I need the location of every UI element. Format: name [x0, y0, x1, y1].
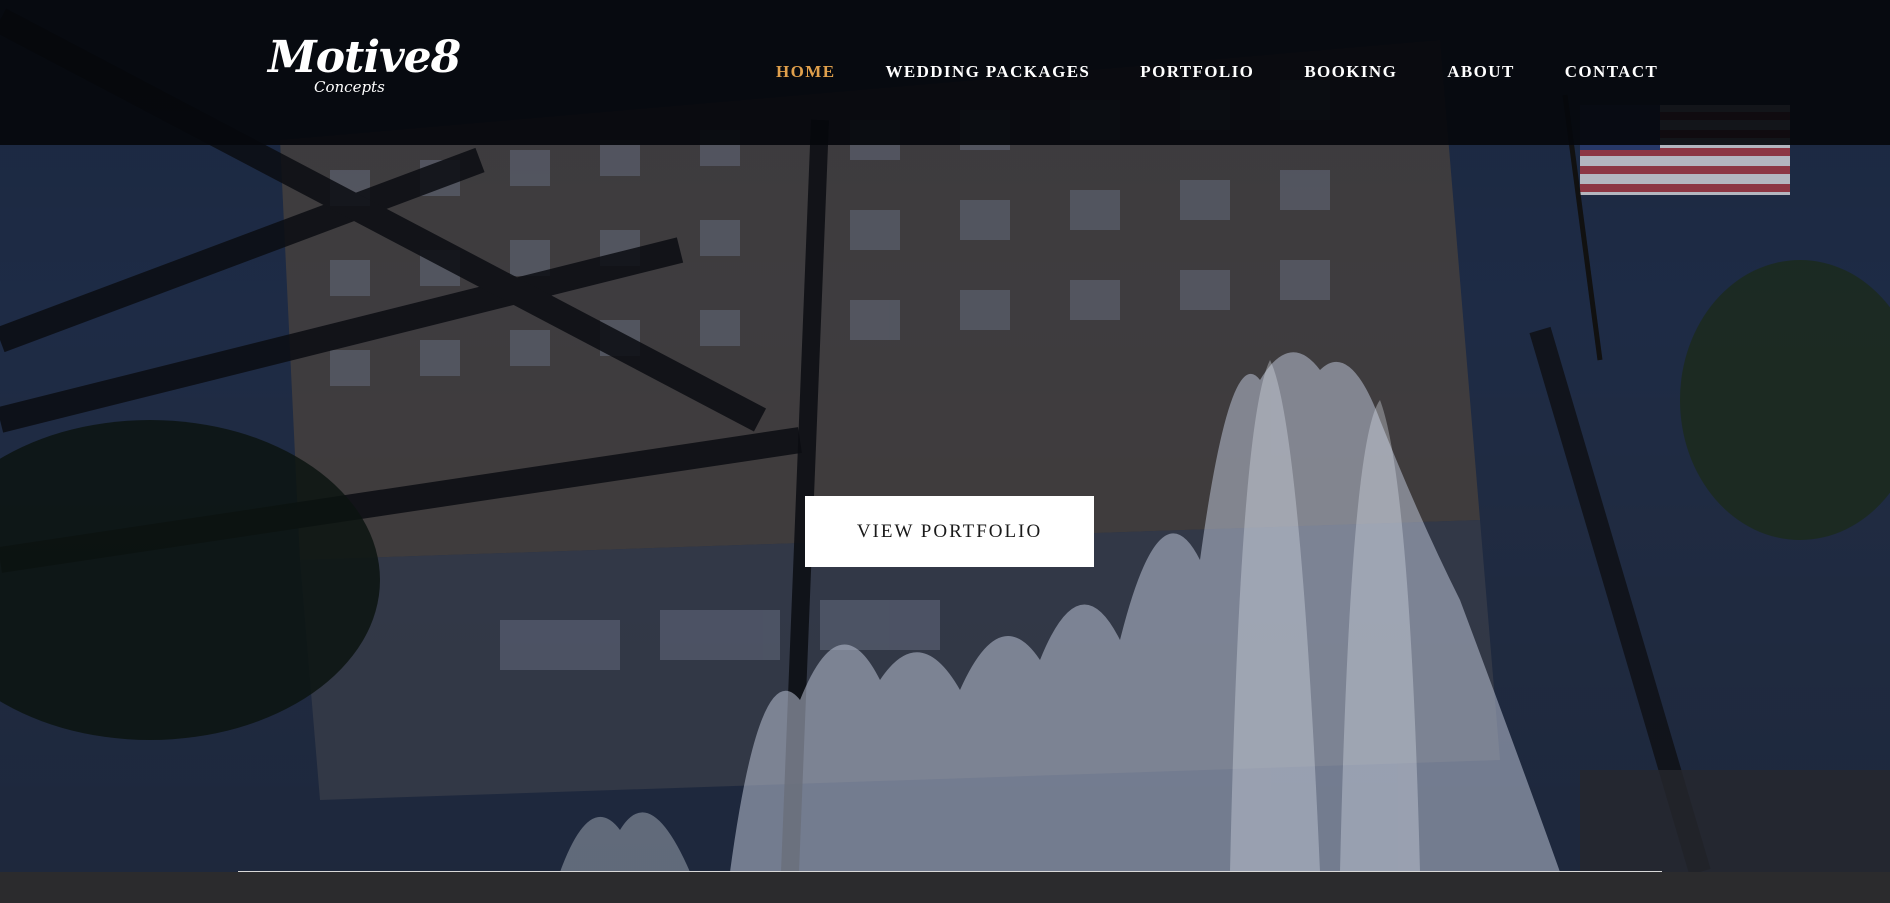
nav-item-wedding-packages[interactable]: WEDDING PACKAGES [885, 62, 1090, 82]
nav-item-about[interactable]: ABOUT [1447, 62, 1514, 82]
view-portfolio-button[interactable]: VIEW PORTFOLIO [805, 496, 1094, 567]
brand-logo[interactable]: Motive8 Concepts [268, 36, 461, 106]
main-nav: HOME WEDDING PACKAGES PORTFOLIO BOOKING … [776, 58, 1658, 86]
nav-item-portfolio[interactable]: PORTFOLIO [1140, 62, 1254, 82]
brand-name: Motive8 [268, 32, 461, 83]
nav-item-home[interactable]: HOME [776, 62, 835, 82]
top-navbar: Motive8 Concepts HOME WEDDING PACKAGES P… [0, 0, 1890, 145]
brand-tagline: Concepts [314, 78, 385, 96]
nav-item-booking[interactable]: BOOKING [1304, 62, 1397, 82]
section-divider [238, 871, 1662, 872]
nav-item-contact[interactable]: CONTACT [1565, 62, 1659, 82]
